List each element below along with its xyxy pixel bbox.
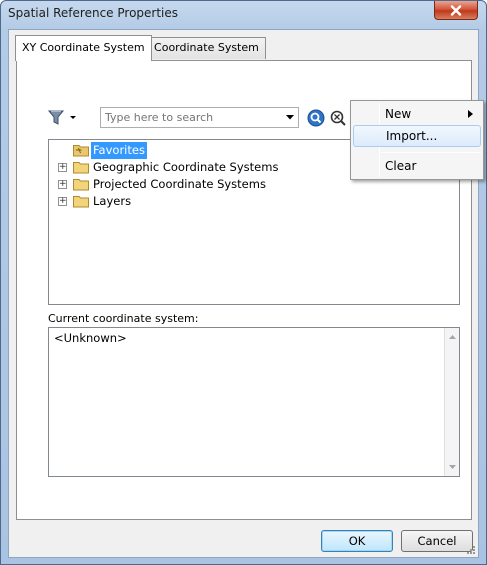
menu-item-label: Import... (386, 129, 438, 143)
folder-icon (73, 196, 89, 208)
current-coordinate-system-box[interactable]: <Unknown> (48, 327, 460, 477)
tree-item-label: Geographic Coordinate Systems (93, 160, 279, 174)
scroll-down-icon (448, 465, 456, 469)
resize-grip-icon[interactable] (465, 544, 476, 555)
tree-item-label: Layers (93, 194, 132, 208)
expand-icon[interactable]: + (58, 180, 67, 189)
current-coordinate-system-value: <Unknown> (54, 331, 127, 345)
dialog-window: Spatial Reference Properties XY Coordina… (0, 0, 487, 565)
tab-xy-coordinate-system[interactable]: XY Coordinate System (15, 35, 152, 61)
clear-search-icon (330, 110, 346, 126)
expand-icon[interactable]: + (58, 197, 67, 206)
menu-separator (381, 152, 481, 153)
tree-item-layers[interactable]: + Layers (49, 193, 449, 210)
current-coordinate-system-label: Current coordinate system: (48, 312, 199, 325)
search-box[interactable] (100, 107, 299, 128)
favorites-folder-icon (73, 145, 89, 157)
search-icon (307, 109, 325, 127)
search-button[interactable] (307, 109, 325, 130)
tab-label: Z Coordinate System (143, 41, 259, 54)
menu-item-import[interactable]: Import... (353, 125, 481, 147)
scroll-up-icon (448, 335, 456, 339)
clear-search-button[interactable] (329, 109, 347, 130)
tree-item-label: Favorites (91, 142, 147, 159)
search-dropdown-button[interactable] (282, 108, 298, 127)
menu-item-clear[interactable]: Clear (353, 155, 481, 177)
filter-button[interactable] (47, 108, 79, 131)
close-icon (450, 4, 462, 16)
window-title: Spatial Reference Properties (8, 6, 179, 20)
ok-button[interactable]: OK (321, 530, 393, 552)
tab-z-coordinate-system[interactable]: Z Coordinate System (136, 37, 266, 59)
folder-icon (73, 179, 89, 191)
search-input[interactable] (101, 108, 281, 127)
folder-icon (73, 162, 89, 174)
tab-label: XY Coordinate System (22, 41, 145, 54)
menu-item-label: Clear (385, 159, 417, 173)
expand-icon[interactable]: + (58, 163, 67, 172)
vertical-scrollbar[interactable] (444, 328, 459, 476)
scroll-up-button[interactable] (445, 330, 459, 344)
close-button[interactable] (434, 1, 478, 20)
chevron-down-icon (286, 115, 294, 120)
scroll-down-button[interactable] (445, 460, 459, 474)
globe-context-menu: New Import... Clear (350, 100, 484, 180)
filter-icon (47, 110, 76, 125)
title-bar[interactable]: Spatial Reference Properties (1, 1, 486, 29)
menu-item-new[interactable]: New (353, 103, 481, 125)
tree-item-label: Projected Coordinate Systems (93, 177, 266, 191)
menu-item-label: New (385, 107, 412, 121)
submenu-arrow-icon (468, 110, 473, 118)
cancel-button[interactable]: Cancel (401, 530, 473, 552)
